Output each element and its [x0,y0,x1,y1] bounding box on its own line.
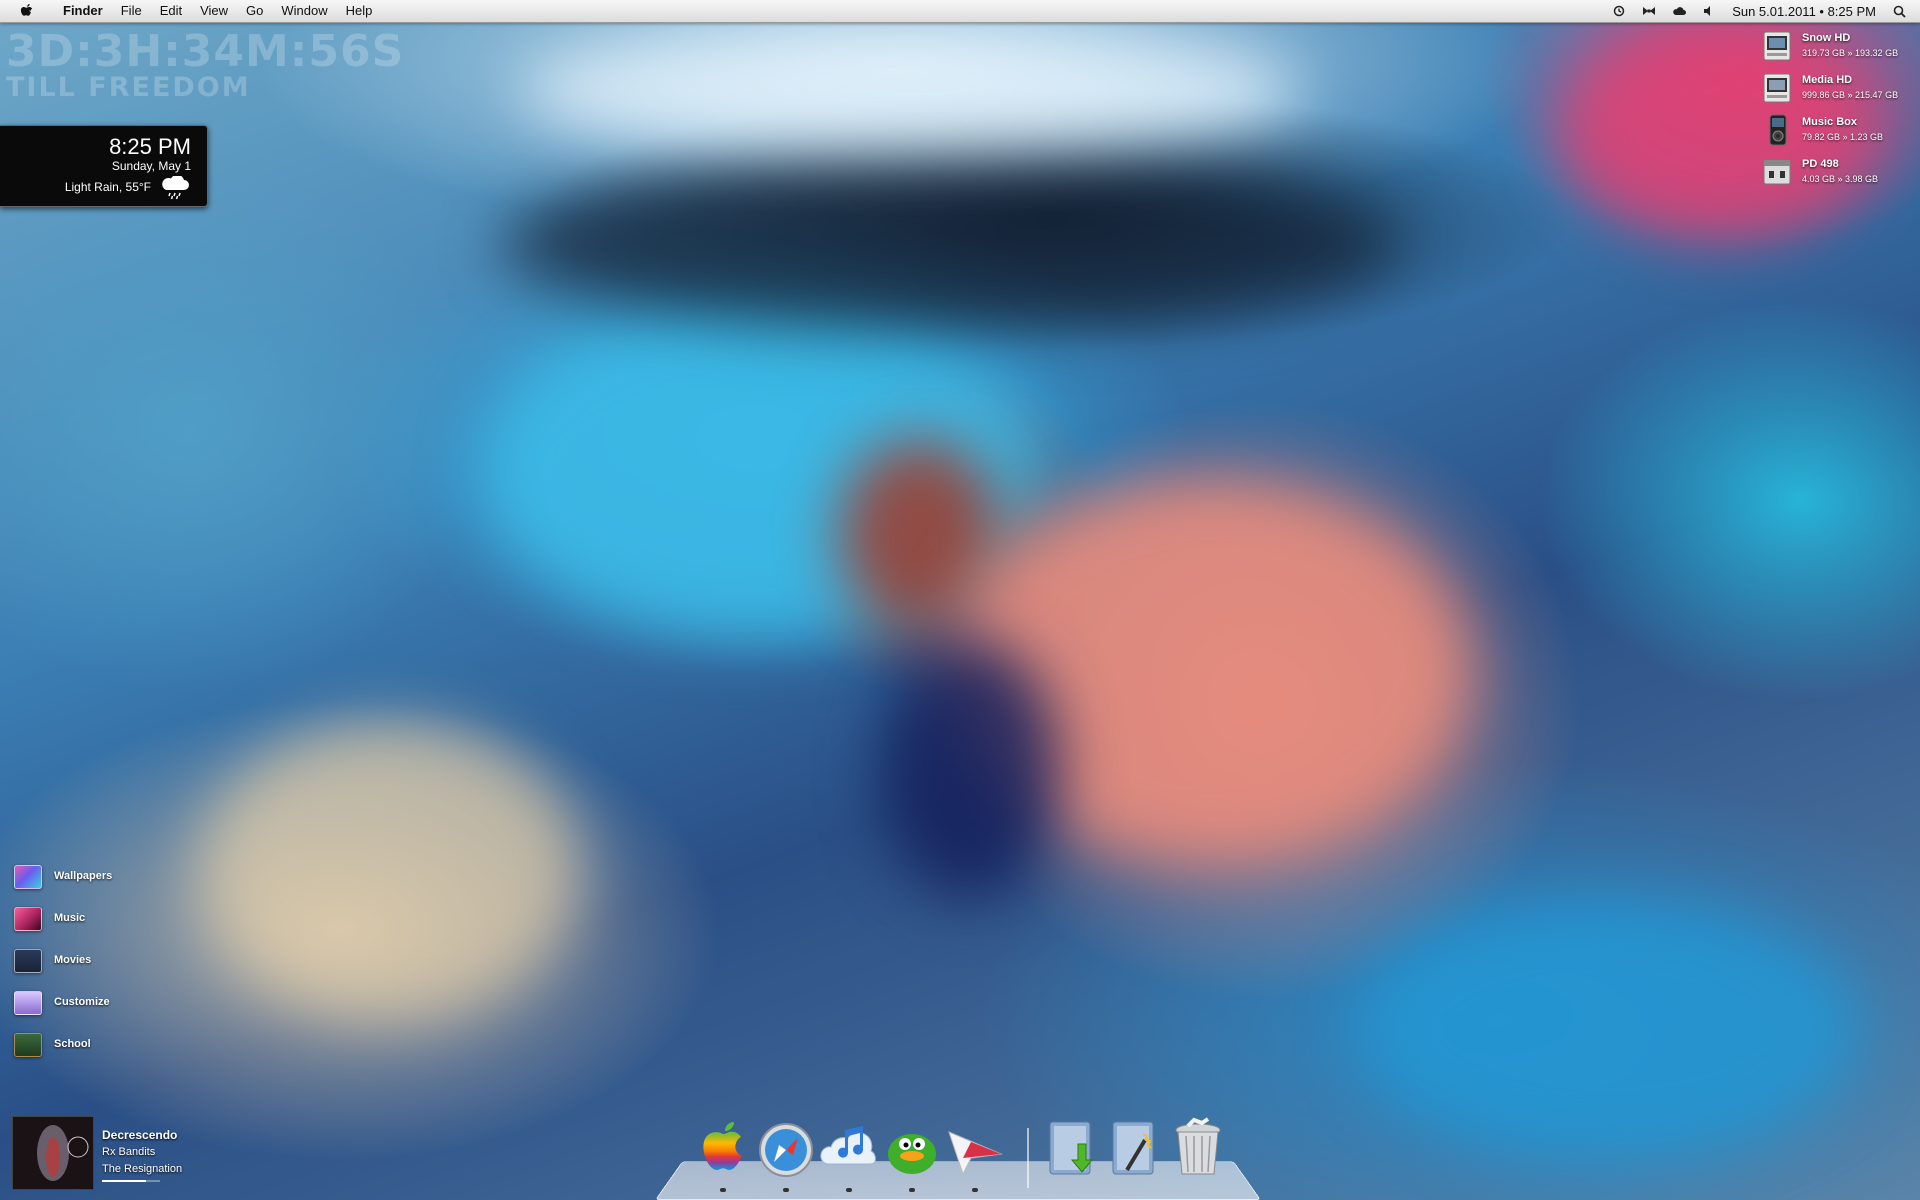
usb-drive-icon [1762,156,1792,188]
apple-menu-icon[interactable] [18,0,36,22]
drive-pd-498[interactable]: PD 498 4.03 GB » 3.98 GB [1762,156,1912,192]
apple-icon [703,1122,742,1171]
folder-label: School [54,1038,91,1050]
itunes-icon [820,1126,876,1165]
applications-stack-icon [1112,1121,1154,1175]
folder-music[interactable]: Music [14,904,174,934]
folder-school[interactable]: School [14,1030,174,1060]
desktop-wallpaper [0,0,1920,1200]
menu-bar: Finder File Edit View Go Window Help Sun… [0,0,1920,23]
menu-file[interactable]: File [112,0,151,22]
menu-view[interactable]: View [191,0,237,22]
dock-separator [1027,1128,1029,1188]
folder-label: Movies [54,954,92,966]
wallpapers-folder-icon [14,865,42,889]
album-art[interactable] [12,1116,94,1190]
trash-icon [1175,1117,1221,1175]
hard-drive-icon [1762,30,1792,62]
menu-edit[interactable]: Edit [151,0,191,22]
widget-date: Sunday, May 1 [111,159,191,173]
music-folder-icon [14,907,42,931]
dock-item-itunes[interactable] [819,1116,879,1192]
drive-snow-hd[interactable]: Snow HD 319.73 GB » 193.32 GB [1762,30,1912,66]
menu-app-name[interactable]: Finder [54,0,112,22]
track-progress-fill [102,1180,146,1182]
drive-size: 4.03 GB » 3.98 GB [1802,174,1879,184]
drive-name: Snow HD [1802,32,1851,44]
now-playing-widget: Decrescendo Rx Bandits The Resignation [12,1116,272,1190]
dock-stack-applications[interactable] [1105,1116,1165,1180]
dock-item-apple[interactable] [693,1116,753,1192]
ipod-icon [1762,114,1792,146]
menubar-clock[interactable]: Sun 5.01.2011 • 8:25 PM [1732,4,1876,19]
menu-help[interactable]: Help [337,0,382,22]
running-indicator [972,1188,978,1192]
hard-drive-icon [1762,72,1792,104]
volume-icon[interactable] [1702,4,1716,18]
school-folder-icon [14,1033,42,1057]
wallpaper-blob [500,160,1400,330]
running-indicator [783,1188,789,1192]
running-indicator [846,1188,852,1192]
safari-icon [759,1123,813,1177]
folder-customize[interactable]: Customize [14,988,174,1018]
folder-wallpapers[interactable]: Wallpapers [14,862,174,892]
customize-folder-icon [14,991,42,1015]
running-indicator [909,1188,915,1192]
dock-item-trash[interactable] [1168,1116,1228,1180]
dock-item-sparrow[interactable] [945,1116,1005,1192]
drive-name: Media HD [1802,74,1853,86]
menu-window[interactable]: Window [272,0,336,22]
track-album: The Resignation [102,1163,183,1175]
drive-size: 999.86 GB » 215.47 GB [1802,90,1899,100]
widget-weather: Light Rain, 55°F [64,180,151,194]
rain-cloud-icon [159,174,191,200]
sparrow-icon [948,1131,1003,1176]
downloads-stack-icon [1049,1121,1094,1175]
menu-go[interactable]: Go [237,0,272,22]
adium-icon [888,1134,936,1174]
cloud-icon[interactable] [1672,4,1687,18]
drive-size: 79.82 GB » 1.23 GB [1802,132,1884,142]
drive-music-box[interactable]: Music Box 79.82 GB » 1.23 GB [1762,114,1912,150]
movies-folder-icon [14,949,42,973]
folder-movies[interactable]: Movies [14,946,174,976]
track-progress-bar[interactable] [102,1180,160,1182]
drive-media-hd[interactable]: Media HD 999.86 GB » 215.47 GB [1762,72,1912,108]
wallpaper-blob [520,30,1300,150]
wallpaper-blob [200,720,580,1020]
wallpaper-blob [880,640,1060,900]
track-title: Decrescendo [102,1128,178,1142]
track-artist: Rx Bandits [102,1146,156,1158]
running-indicator [720,1188,726,1192]
countdown-timer: 3D:3H:34M:56S [6,26,405,77]
spotlight-search-icon[interactable] [1892,4,1906,18]
bowtie-icon[interactable] [1642,4,1656,18]
countdown-widget: 3D:3H:34M:56S TILL FREEDOM [6,26,405,103]
clock-weather-widget: 8:25 PM Sunday, May 1 Light Rain, 55°F [0,125,208,207]
dock-stack-downloads[interactable] [1042,1116,1102,1180]
dock-item-adium[interactable] [882,1116,942,1192]
folder-label: Customize [54,996,110,1008]
countdown-caption: TILL FREEDOM [6,72,251,103]
folder-label: Wallpapers [54,870,113,882]
drive-name: PD 498 [1802,158,1839,170]
widget-time: 8:25 PM [109,134,191,159]
wallpaper-blob [1360,900,1860,1160]
time-machine-icon[interactable] [1612,4,1626,18]
folder-label: Music [54,912,86,924]
drive-size: 319.73 GB » 193.32 GB [1802,48,1899,58]
dock-item-safari[interactable] [756,1116,816,1192]
drive-name: Music Box [1802,116,1858,128]
